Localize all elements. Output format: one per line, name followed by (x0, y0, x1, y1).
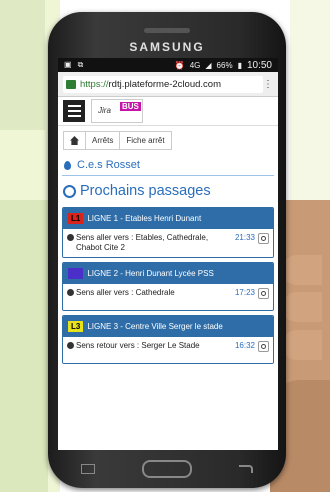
direction-text: Sens aller vers : Cathedrale (76, 288, 175, 297)
lock-icon (66, 79, 76, 89)
recent-apps-icon[interactable] (81, 464, 96, 474)
arrow-right-icon (67, 234, 74, 241)
timetable-icon[interactable] (258, 288, 269, 299)
phone-brand: SAMSUNG (129, 40, 205, 54)
departure-time: 17:23 (234, 288, 255, 297)
departure-row: Sens retour vers : Serger Le Stade 16:32 (63, 337, 273, 363)
line-card[interactable]: L3 LIGNE 3 - Centre Ville Serger le stade… (62, 315, 274, 364)
battery-level: 66% (216, 60, 233, 70)
status-bar: ▣ ⧉ ⏰ 4G ◢ 66% ▮ 10:50 (58, 58, 278, 72)
background-panel (0, 0, 45, 130)
direction-text: Sens aller vers : Etables, Cathedrale, C… (76, 233, 209, 252)
line-header[interactable]: L2 LIGNE 2 - Henri Dunant Lycée PSS (63, 263, 273, 284)
finger (282, 292, 322, 322)
section-title: Prochains passages (80, 183, 211, 199)
line-badge: L2 (68, 268, 84, 279)
phone-screen: ▣ ⧉ ⏰ 4G ◢ 66% ▮ 10:50 https:// rdtj.pla… (58, 58, 278, 450)
line-title: LIGNE 3 - Centre Ville Serger le stade (87, 322, 223, 331)
stop-name: C.e.s Rosset (77, 159, 140, 171)
hamburger-menu-icon[interactable] (63, 100, 85, 122)
speaker-grille (144, 28, 190, 33)
breadcrumb-stop-sheet[interactable]: Fiche arrêt (119, 131, 172, 150)
direction-text: Sens retour vers : Serger Le Stade (76, 341, 200, 350)
battery-icon: ▮ (237, 60, 242, 70)
background-panel (0, 200, 48, 492)
departure-time: 21:33 (234, 233, 255, 242)
phone: SAMSUNG ▣ ⧉ ⏰ 4G ◢ 66% ▮ 10:50 https:// … (48, 12, 286, 488)
arrow-right-icon (67, 342, 74, 349)
app-header: Jira BUS (58, 97, 278, 126)
line-title: LIGNE 1 - Etables Henri Dunant (87, 214, 202, 223)
signal-icon: ◢ (205, 60, 212, 70)
line-header[interactable]: L3 LIGNE 3 - Centre Ville Serger le stade (63, 316, 273, 337)
finger (282, 255, 322, 285)
url-scheme: https:// (80, 78, 109, 90)
line-badge: L3 (68, 321, 84, 332)
finger (282, 330, 322, 360)
stop-name-row: C.e.s Rosset (58, 155, 278, 175)
logo-badge: BUS (120, 102, 141, 111)
logo-text: Jira (98, 106, 111, 115)
line-card[interactable]: L1 LIGNE 1 - Etables Henri Dunant Sens all… (62, 207, 274, 258)
address-bar[interactable]: https:// rdtj.plateforme-2cloud.com (63, 75, 263, 93)
home-button[interactable] (141, 460, 192, 478)
home-icon (70, 136, 79, 145)
notification-icon: ⧉ (77, 60, 84, 69)
timetable-icon[interactable] (258, 233, 269, 244)
browser-toolbar: https:// rdtj.plateforme-2cloud.com ⋮ (58, 72, 278, 97)
line-header[interactable]: L1 LIGNE 1 - Etables Henri Dunant (63, 208, 273, 229)
section-heading: Prochains passages (58, 176, 278, 203)
clock: 10:50 (246, 59, 272, 71)
app-logo[interactable]: Jira BUS (91, 99, 143, 123)
url-host: rdtj.plateforme-2cloud.com (108, 78, 221, 90)
timetable-icon[interactable] (258, 341, 269, 352)
more-options-icon[interactable]: ⋮ (263, 79, 273, 90)
hardware-nav-bar (58, 456, 276, 482)
status-left: ▣ ⧉ (64, 60, 83, 70)
status-right: ⏰ 4G ◢ 66% ▮ 10:50 (175, 60, 272, 71)
alarm-icon: ⏰ (174, 60, 185, 70)
breadcrumb-stops[interactable]: Arrêts (85, 131, 121, 150)
departure-time: 16:32 (234, 341, 255, 350)
clock-icon (63, 184, 76, 198)
network-label: 4G (189, 60, 201, 70)
line-title: LIGNE 2 - Henri Dunant Lycée PSS (87, 269, 214, 278)
back-icon[interactable] (238, 465, 253, 473)
map-marker-icon (64, 160, 71, 170)
arrow-right-icon (67, 289, 74, 296)
departure-row: Sens aller vers : Cathedrale 17:23 (63, 284, 273, 310)
breadcrumb: Arrêts Fiche arrêt (58, 126, 278, 155)
departure-row: Sens aller vers : Etables, Cathedrale, C… (63, 229, 273, 257)
line-card[interactable]: L2 LIGNE 2 - Henri Dunant Lycée PSS Sens a… (62, 262, 274, 311)
breadcrumb-home[interactable] (63, 131, 86, 150)
line-badge: L1 (68, 213, 84, 224)
notification-icon: ▣ (64, 60, 72, 69)
